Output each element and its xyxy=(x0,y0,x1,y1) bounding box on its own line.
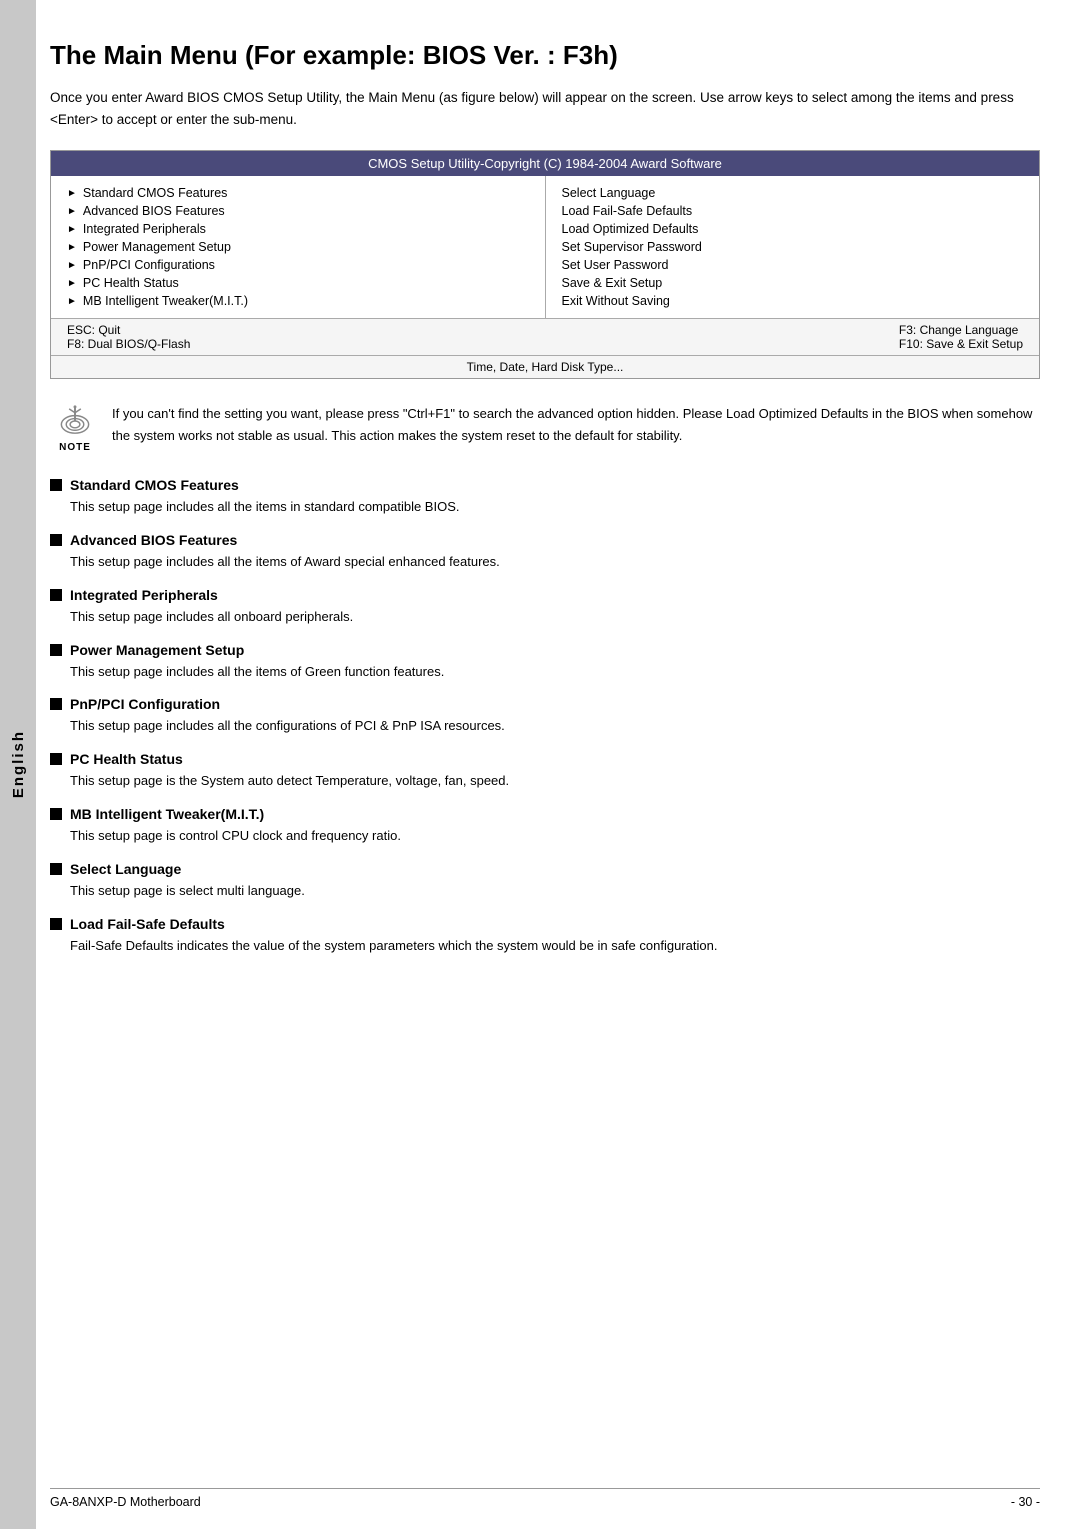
arrow-icon: ► xyxy=(67,260,77,271)
footer-right: - 30 - xyxy=(1011,1495,1040,1509)
bios-right-user-pw: Set User Password xyxy=(562,256,1024,274)
page-title: The Main Menu (For example: BIOS Ver. : … xyxy=(50,40,1040,71)
note-icon-container: NOTE xyxy=(50,403,100,453)
bios-right-supervisor: Set Supervisor Password xyxy=(562,238,1024,256)
note-box: NOTE If you can't find the setting you w… xyxy=(50,403,1040,453)
section-standard-cmos: Standard CMOS Features This setup page i… xyxy=(50,477,1040,518)
bios-right-exit-nosave: Exit Without Saving xyxy=(562,292,1024,310)
bios-left-column: ►Standard CMOS Features ►Advanced BIOS F… xyxy=(51,176,546,318)
bios-right-save-exit: Save & Exit Setup xyxy=(562,274,1024,292)
section-title-fail-safe: Load Fail-Safe Defaults xyxy=(50,916,1040,932)
bullet-icon xyxy=(50,534,62,546)
bios-right-select-lang: Select Language xyxy=(562,184,1024,202)
footer-left: GA-8ANXP-D Motherboard xyxy=(50,1495,201,1509)
sidebar-label: English xyxy=(10,730,27,798)
bios-item-advanced-bios: ►Advanced BIOS Features xyxy=(67,202,529,220)
bios-item-integrated: ►Integrated Peripherals xyxy=(67,220,529,238)
page-footer: GA-8ANXP-D Motherboard - 30 - xyxy=(50,1488,1040,1509)
section-title-standard-cmos: Standard CMOS Features xyxy=(50,477,1040,493)
bios-screenshot: CMOS Setup Utility-Copyright (C) 1984-20… xyxy=(50,150,1040,379)
bullet-icon xyxy=(50,589,62,601)
section-desc-pc-health: This setup page is the System auto detec… xyxy=(70,771,1040,792)
section-desc-fail-safe: Fail-Safe Defaults indicates the value o… xyxy=(70,936,1040,957)
bios-item-power: ►Power Management Setup xyxy=(67,238,529,256)
bios-right-column: Select Language Load Fail-Safe Defaults … xyxy=(546,176,1040,318)
arrow-icon: ► xyxy=(67,296,77,307)
note-text: If you can't find the setting you want, … xyxy=(112,403,1040,446)
bios-f10: F10: Save & Exit Setup xyxy=(899,337,1023,351)
section-pc-health: PC Health Status This setup page is the … xyxy=(50,751,1040,792)
arrow-icon: ► xyxy=(67,188,77,199)
section-desc-pnp: This setup page includes all the configu… xyxy=(70,716,1040,737)
section-desc-advanced-bios: This setup page includes all the items o… xyxy=(70,552,1040,573)
section-title-mit: MB Intelligent Tweaker(M.I.T.) xyxy=(50,806,1040,822)
note-label: NOTE xyxy=(59,442,91,453)
bullet-icon xyxy=(50,753,62,765)
section-pnp: PnP/PCI Configuration This setup page in… xyxy=(50,696,1040,737)
bullet-icon xyxy=(50,808,62,820)
arrow-icon: ► xyxy=(67,242,77,253)
section-power: Power Management Setup This setup page i… xyxy=(50,642,1040,683)
bios-right-fail-safe: Load Fail-Safe Defaults xyxy=(562,202,1024,220)
section-title-integrated: Integrated Peripherals xyxy=(50,587,1040,603)
section-title-advanced-bios: Advanced BIOS Features xyxy=(50,532,1040,548)
bullet-icon xyxy=(50,479,62,491)
section-desc-standard-cmos: This setup page includes all the items i… xyxy=(70,497,1040,518)
bios-footer: ESC: Quit F8: Dual BIOS/Q-Flash F3: Chan… xyxy=(51,318,1039,355)
section-integrated: Integrated Peripherals This setup page i… xyxy=(50,587,1040,628)
bios-item-standard-cmos: ►Standard CMOS Features xyxy=(67,184,529,202)
arrow-icon: ► xyxy=(67,224,77,235)
section-fail-safe: Load Fail-Safe Defaults Fail-Safe Defaul… xyxy=(50,916,1040,957)
section-mit: MB Intelligent Tweaker(M.I.T.) This setu… xyxy=(50,806,1040,847)
section-select-lang: Select Language This setup page is selec… xyxy=(50,861,1040,902)
bullet-icon xyxy=(50,918,62,930)
bios-bottom: Time, Date, Hard Disk Type... xyxy=(51,355,1039,378)
section-title-pnp: PnP/PCI Configuration xyxy=(50,696,1040,712)
bios-item-pnp: ►PnP/PCI Configurations xyxy=(67,256,529,274)
bios-f8: F8: Dual BIOS/Q-Flash xyxy=(67,337,190,351)
bullet-icon xyxy=(50,863,62,875)
bios-footer-right: F3: Change Language F10: Save & Exit Set… xyxy=(899,323,1023,351)
section-desc-mit: This setup page is control CPU clock and… xyxy=(70,826,1040,847)
main-content: The Main Menu (For example: BIOS Ver. : … xyxy=(50,0,1040,1030)
section-title-power: Power Management Setup xyxy=(50,642,1040,658)
bios-body: ►Standard CMOS Features ►Advanced BIOS F… xyxy=(51,176,1039,318)
note-graphic-icon xyxy=(56,403,94,440)
bios-item-pc-health: ►PC Health Status xyxy=(67,274,529,292)
bios-f3: F3: Change Language xyxy=(899,323,1023,337)
section-desc-integrated: This setup page includes all onboard per… xyxy=(70,607,1040,628)
bios-footer-left: ESC: Quit F8: Dual BIOS/Q-Flash xyxy=(67,323,190,351)
bios-esc-quit: ESC: Quit xyxy=(67,323,190,337)
bios-header: CMOS Setup Utility-Copyright (C) 1984-20… xyxy=(51,151,1039,176)
bios-item-mit: ►MB Intelligent Tweaker(M.I.T.) xyxy=(67,292,529,310)
section-advanced-bios: Advanced BIOS Features This setup page i… xyxy=(50,532,1040,573)
bullet-icon xyxy=(50,698,62,710)
arrow-icon: ► xyxy=(67,206,77,217)
section-list: Standard CMOS Features This setup page i… xyxy=(50,477,1040,956)
arrow-icon: ► xyxy=(67,278,77,289)
section-desc-power: This setup page includes all the items o… xyxy=(70,662,1040,683)
bullet-icon xyxy=(50,644,62,656)
intro-text: Once you enter Award BIOS CMOS Setup Uti… xyxy=(50,87,1040,130)
sidebar: English xyxy=(0,0,36,1529)
section-title-pc-health: PC Health Status xyxy=(50,751,1040,767)
section-title-select-lang: Select Language xyxy=(50,861,1040,877)
bios-right-optimized: Load Optimized Defaults xyxy=(562,220,1024,238)
section-desc-select-lang: This setup page is select multi language… xyxy=(70,881,1040,902)
